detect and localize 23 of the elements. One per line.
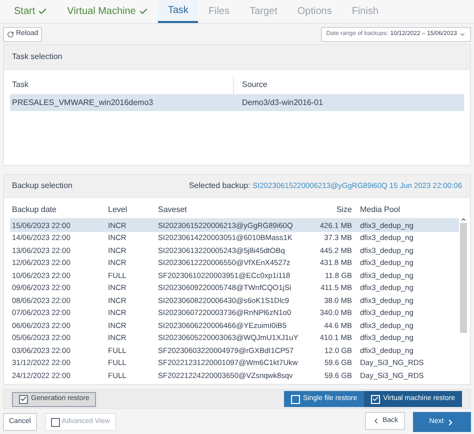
checkmark-icon <box>372 395 380 403</box>
wizard-step[interactable]: Start <box>4 0 58 23</box>
column-header[interactable]: Source <box>234 76 464 94</box>
checkmark-icon <box>20 395 27 403</box>
table-cell-text: PRESALES_VMWARE_win2016demo3 <box>11 97 154 109</box>
checkbox[interactable] <box>19 394 28 404</box>
wizard-step[interactable]: Virtual Machine <box>57 0 158 23</box>
task-row[interactable]: PRESALES_VMWARE_win2016demo3 Demo3/d3-win2016-01 <box>10 95 464 111</box>
table-cell-text: Demo3/d3-win2016-01 <box>241 97 324 109</box>
panel-title: Backup selection <box>12 180 72 192</box>
column-header[interactable]: Level <box>106 202 156 218</box>
check-icon <box>138 7 148 16</box>
column-header[interactable]: Size <box>306 202 358 218</box>
caret-icon <box>459 30 466 38</box>
check-icon <box>38 7 48 16</box>
reload-icon <box>7 30 14 38</box>
column-header[interactable]: Media Pool <box>358 202 459 218</box>
checkbox[interactable] <box>50 418 60 426</box>
column-header[interactable]: Task <box>10 76 234 94</box>
column-header[interactable]: Saveset <box>156 202 306 218</box>
panel-title: Task selection <box>4 45 470 70</box>
scroll-up-icon <box>460 216 467 223</box>
column-header[interactable]: Backup date <box>10 202 106 218</box>
